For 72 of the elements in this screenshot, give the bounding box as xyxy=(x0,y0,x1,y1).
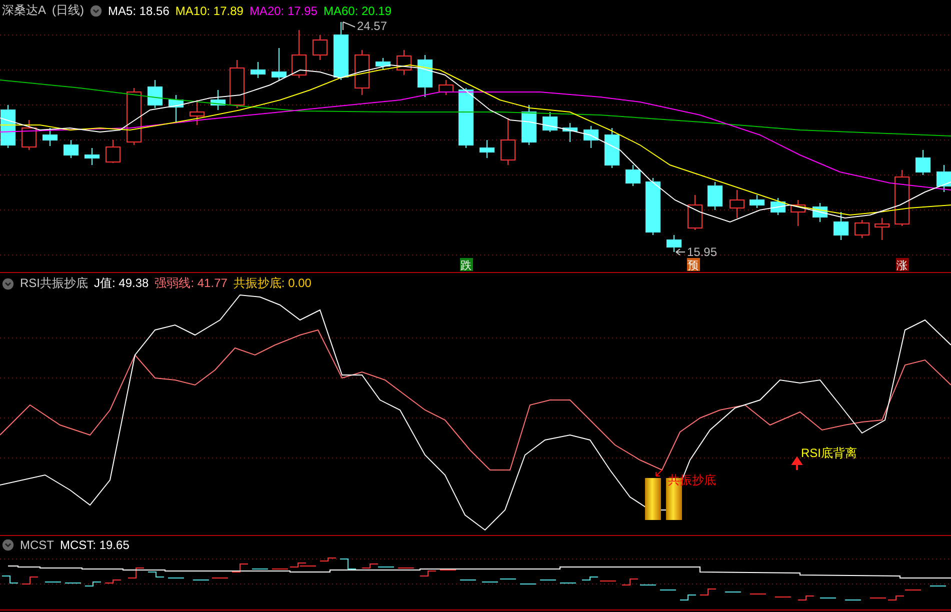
candlestick xyxy=(646,178,660,236)
candlestick xyxy=(84,148,100,166)
indicator-title: MCST xyxy=(20,538,54,552)
candlestick xyxy=(584,126,598,148)
high-price-label: 24.57 xyxy=(357,19,388,33)
signal-badge: 涨 xyxy=(896,258,909,272)
candlestick xyxy=(874,218,890,240)
dropdown-icon[interactable] xyxy=(90,4,102,16)
candlestick xyxy=(438,80,454,96)
candlestick xyxy=(354,50,370,96)
candlestick xyxy=(106,140,120,164)
signal-bar xyxy=(645,478,661,520)
indicator-reading: 强弱线: 41.77 xyxy=(154,275,228,292)
indicator-reading: MCST: 19.65 xyxy=(60,538,130,552)
candlestick xyxy=(42,128,58,146)
candlestick xyxy=(312,34,328,60)
pointer-icon xyxy=(676,248,686,256)
candlestick xyxy=(604,128,620,168)
indicator-reading: MA20: 17.95 xyxy=(249,4,318,18)
candlestick xyxy=(230,60,244,108)
indicator-title: RSI共振抄底 xyxy=(20,275,88,292)
candlestick xyxy=(834,212,848,240)
candlestick xyxy=(0,104,16,148)
candlestick xyxy=(666,234,682,252)
indicator-reading: 共振抄底: 0.00 xyxy=(233,275,312,292)
signal-badge: 预 xyxy=(687,258,700,272)
indicator-reading: MA5: 18.56 xyxy=(108,4,170,18)
candlestick xyxy=(936,164,951,192)
candlestick xyxy=(708,182,722,210)
candlestick xyxy=(458,88,474,148)
candlestick xyxy=(190,100,204,126)
candlestick xyxy=(272,48,286,80)
candlestick xyxy=(480,140,494,158)
candlestick xyxy=(250,62,266,78)
candlestick xyxy=(148,80,162,108)
candlestick xyxy=(500,118,516,166)
candlestick xyxy=(790,200,806,226)
dropdown-icon[interactable] xyxy=(2,539,14,551)
stock-title: 深桑达A xyxy=(2,2,46,19)
candlestick xyxy=(688,194,702,230)
candlestick xyxy=(916,150,930,176)
candlestick xyxy=(562,122,578,142)
low-price-label: 15.95 xyxy=(687,245,718,259)
candlestick xyxy=(626,164,640,186)
up-arrow-icon xyxy=(792,456,802,471)
candlestick xyxy=(334,22,348,80)
indicator-reading: MA10: 17.89 xyxy=(175,4,244,18)
candlestick xyxy=(894,170,910,226)
signal-badge: 跌 xyxy=(460,258,473,272)
candlestick xyxy=(168,94,184,122)
candlestick xyxy=(64,140,78,158)
indicator-reading: MA60: 20.19 xyxy=(323,4,392,18)
candlestick xyxy=(126,88,142,146)
divergence-annotation: RSI底背离 xyxy=(801,446,858,460)
candlestick xyxy=(522,104,536,146)
candlestick xyxy=(418,54,432,98)
candlestick xyxy=(376,58,390,70)
dropdown-icon[interactable] xyxy=(2,278,14,290)
pointer-icon xyxy=(342,22,356,30)
candlestick xyxy=(396,50,412,76)
period-label: (日线) xyxy=(52,2,84,19)
candlestick xyxy=(750,194,764,208)
candlestick xyxy=(854,220,870,238)
candlestick xyxy=(730,190,744,218)
candlestick xyxy=(22,120,36,150)
candlestick xyxy=(292,30,306,78)
candlestick xyxy=(770,198,786,216)
pointer-icon xyxy=(656,470,662,476)
candlestick xyxy=(812,202,828,222)
candlestick xyxy=(210,90,226,110)
indicator-reading: J值: 49.38 xyxy=(94,275,149,292)
candlestick xyxy=(542,112,558,132)
